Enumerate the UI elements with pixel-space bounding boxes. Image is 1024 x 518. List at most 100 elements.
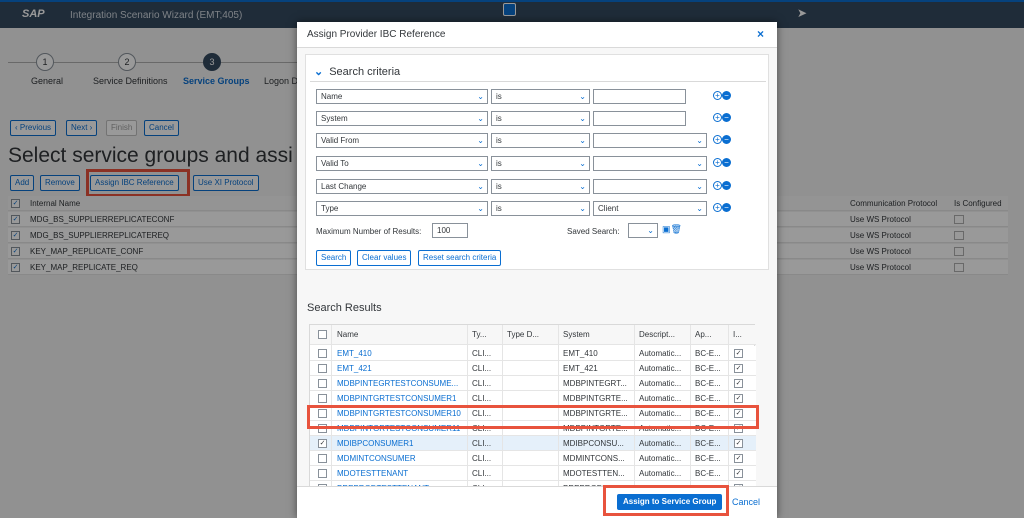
row-system: MDMINTCONS...: [563, 454, 625, 463]
saved-search-select[interactable]: ⌄: [628, 223, 658, 238]
criteria-field-text: Name: [321, 92, 343, 101]
criteria-operator-select[interactable]: is ⌄: [491, 89, 590, 104]
row-checkbox[interactable]: [318, 394, 327, 403]
add-remove-criteria[interactable]: + −: [713, 157, 731, 168]
add-remove-criteria[interactable]: + −: [713, 180, 731, 191]
row-checkbox[interactable]: [318, 454, 327, 463]
row-type: CLI...: [472, 364, 492, 373]
chevron-down-icon: ⌄: [696, 136, 703, 145]
row-checkbox[interactable]: [318, 349, 327, 358]
search-criteria-toggle[interactable]: ⌄ Search criteria: [314, 65, 400, 78]
row-system: MDBPINTGRTE...: [563, 394, 628, 403]
save-icon[interactable]: ▣🗑: [662, 224, 682, 235]
minus-icon[interactable]: −: [722, 112, 731, 122]
assign-ibc-dialog: Assign Provider IBC Reference × ⌄ Search …: [297, 22, 777, 518]
row-app: BC-E...: [695, 469, 721, 478]
search-criteria-title: Search criteria: [329, 66, 401, 78]
criteria-operator-select[interactable]: is ⌄: [491, 179, 590, 194]
row-i-checkbox: ✓: [734, 364, 743, 373]
row-description: Automatic...: [639, 379, 682, 388]
row-type: CLI...: [472, 469, 492, 478]
max-results-input[interactable]: 100: [432, 223, 468, 238]
close-icon[interactable]: ×: [757, 27, 764, 41]
plus-icon[interactable]: +: [713, 180, 722, 190]
clear-values-button[interactable]: Clear values: [357, 250, 412, 266]
chevron-down-icon: ⌄: [579, 92, 586, 101]
criteria-value-input[interactable]: [593, 111, 686, 126]
row-name-link[interactable]: MDBPINTEGRTESTCONSUME...: [337, 379, 467, 388]
minus-icon[interactable]: −: [722, 90, 731, 100]
chevron-down-icon: ⌄: [696, 159, 703, 168]
criteria-value-select[interactable]: ⌄: [593, 133, 707, 148]
criteria-field-text: Last Change: [321, 182, 367, 191]
chevron-down-icon: ⌄: [696, 204, 703, 213]
row-name-link[interactable]: EMT_421: [337, 364, 467, 373]
search-criteria-panel: ⌄ Search criteria Name ⌄ is ⌄ + − System ⌄ is ⌄ + − V…: [305, 54, 769, 270]
minus-icon[interactable]: −: [722, 202, 731, 212]
minus-icon[interactable]: −: [722, 157, 731, 167]
row-name-link[interactable]: MDIBPCONSUMER1: [337, 439, 467, 448]
criteria-operator-select[interactable]: is ⌄: [491, 201, 590, 216]
minus-icon[interactable]: −: [722, 180, 731, 190]
criteria-field-select[interactable]: Valid To ⌄: [316, 156, 488, 171]
row-name-link[interactable]: MDBPINTGRTESTCONSUMER1: [337, 394, 467, 403]
criteria-operator-text: is: [496, 182, 502, 191]
add-remove-criteria[interactable]: + −: [713, 90, 731, 101]
plus-icon[interactable]: +: [713, 202, 722, 212]
chevron-down-icon: ⌄: [696, 182, 703, 191]
max-results-label: Maximum Number of Results:: [316, 227, 422, 236]
row-description: Automatic...: [639, 349, 682, 358]
row-i-checkbox: ✓: [734, 439, 743, 448]
row-app: BC-E...: [695, 349, 721, 358]
row-type: CLI...: [472, 394, 492, 403]
plus-icon[interactable]: +: [713, 134, 722, 144]
plus-icon[interactable]: +: [713, 157, 722, 167]
col-description: Descript...: [639, 330, 676, 339]
criteria-field-select[interactable]: Valid From ⌄: [316, 133, 488, 148]
minus-icon[interactable]: −: [722, 134, 731, 144]
criteria-field-select[interactable]: Last Change ⌄: [316, 179, 488, 194]
saved-search-label: Saved Search:: [567, 227, 620, 236]
search-button[interactable]: Search: [316, 250, 352, 266]
col-name: Name: [337, 330, 359, 339]
reset-criteria-button[interactable]: Reset search criteria: [418, 250, 502, 266]
cancel-dialog-button[interactable]: Cancel: [732, 497, 760, 507]
row-name-link[interactable]: MDOTESTTENANT: [337, 469, 467, 478]
add-remove-criteria[interactable]: + −: [713, 112, 731, 123]
criteria-operator-select[interactable]: is ⌄: [491, 156, 590, 171]
row-checkbox[interactable]: [318, 364, 327, 373]
criteria-operator-text: is: [496, 204, 502, 213]
row-app: BC-E...: [695, 439, 721, 448]
add-remove-criteria[interactable]: + −: [713, 202, 731, 213]
criteria-value-select[interactable]: Client ⌄: [593, 201, 707, 216]
criteria-field-select[interactable]: Name ⌄: [316, 89, 488, 104]
row-description: Automatic...: [639, 364, 682, 373]
row-system: EMT_410: [563, 349, 598, 358]
add-remove-criteria[interactable]: + −: [713, 134, 731, 145]
plus-icon[interactable]: +: [713, 90, 722, 100]
chevron-down-icon: ⌄: [579, 204, 586, 213]
chevron-down-icon: ⌄: [579, 114, 586, 123]
criteria-operator-select[interactable]: is ⌄: [491, 111, 590, 126]
criteria-value-input[interactable]: [593, 89, 686, 104]
criteria-field-select[interactable]: Type ⌄: [316, 201, 488, 216]
select-all-checkbox[interactable]: [318, 330, 327, 339]
col-i: I...: [733, 330, 742, 339]
row-app: BC-E...: [695, 454, 721, 463]
row-app: BC-E...: [695, 364, 721, 373]
row-checkbox[interactable]: [318, 379, 327, 388]
row-description: Automatic...: [639, 394, 682, 403]
criteria-field-select[interactable]: System ⌄: [316, 111, 488, 126]
row-checkbox[interactable]: [318, 469, 327, 478]
plus-icon[interactable]: +: [713, 112, 722, 122]
row-name-link[interactable]: EMT_410: [337, 349, 467, 358]
criteria-value-select[interactable]: ⌄: [593, 179, 707, 194]
criteria-value-select[interactable]: ⌄: [593, 156, 707, 171]
criteria-operator-select[interactable]: is ⌄: [491, 133, 590, 148]
row-checkbox[interactable]: ✓: [318, 439, 327, 448]
row-description: Automatic...: [639, 454, 682, 463]
row-name-link[interactable]: MDMINTCONSUMER: [337, 454, 467, 463]
row-i-checkbox: ✓: [734, 394, 743, 403]
criteria-value-text: Client: [598, 204, 619, 213]
chevron-down-icon: ⌄: [477, 114, 484, 123]
